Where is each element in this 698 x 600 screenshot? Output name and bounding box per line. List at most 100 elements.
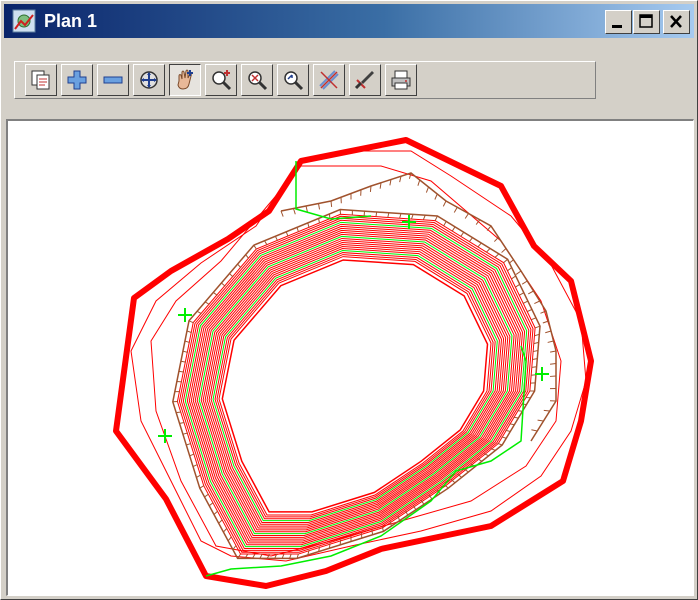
ramp-tick — [534, 300, 540, 305]
batter-tick — [422, 215, 426, 221]
minimize-icon — [612, 25, 622, 28]
batter-tick — [318, 218, 321, 224]
batter-tick — [274, 236, 279, 242]
batter-tick — [213, 292, 218, 296]
crosshair-marker — [158, 429, 172, 443]
batter-tick — [253, 244, 257, 250]
batter-tick — [176, 411, 182, 414]
ramp-tick — [521, 280, 528, 285]
printer-icon — [391, 70, 411, 90]
ramp-tick — [425, 186, 429, 193]
ramp-tick — [453, 206, 458, 213]
ramp-tick — [549, 363, 557, 365]
pick-icon — [354, 71, 374, 90]
zoom-in-button[interactable] — [61, 64, 93, 96]
zoom-out-button[interactable] — [97, 64, 129, 96]
batter-tick — [264, 240, 268, 246]
batter-tick — [199, 485, 205, 489]
batter-tick — [245, 254, 250, 259]
batter-tick — [208, 502, 214, 507]
ramp-tick — [293, 208, 296, 215]
batter-tick — [527, 309, 533, 312]
ramp-tick — [545, 330, 552, 334]
batter-tick — [531, 317, 537, 321]
batter-tick — [227, 536, 232, 542]
window-title: Plan 1 — [44, 11, 98, 31]
batter-tick — [178, 370, 184, 373]
batter-tick — [511, 275, 516, 280]
batter-tick — [399, 213, 402, 219]
batter-tick — [469, 237, 473, 242]
ramp-tick — [550, 350, 557, 353]
maximize-button[interactable] — [633, 10, 660, 34]
ramp-tick — [369, 185, 372, 193]
batter-tick — [387, 212, 390, 218]
batter-tick — [375, 211, 378, 218]
zoom-extent-button[interactable] — [241, 64, 273, 96]
plan-app-icon — [12, 9, 36, 33]
ramp-tick — [280, 210, 284, 217]
zoom-window-icon — [212, 70, 232, 91]
close-icon — [670, 15, 682, 28]
batter-tick — [223, 528, 228, 533]
batter-tick — [204, 301, 210, 305]
clean-icon — [319, 70, 339, 90]
ramp-tick — [527, 290, 534, 295]
ramp-tick — [537, 419, 544, 422]
batter-tick — [486, 248, 491, 253]
ramp-tick — [434, 193, 438, 200]
batter-tick — [503, 258, 508, 263]
batter-tick — [507, 267, 512, 272]
print-button[interactable] — [385, 64, 417, 96]
plan-views-icon — [31, 70, 50, 90]
batter-tick — [531, 366, 537, 368]
pan-button[interactable] — [133, 64, 165, 96]
close-button[interactable] — [663, 10, 690, 34]
batter-tick — [188, 320, 194, 324]
plan-views-button[interactable] — [25, 64, 57, 96]
ramp-tick — [442, 200, 447, 207]
batter-tick — [460, 231, 465, 237]
batter-tick — [517, 410, 523, 412]
batter-tick — [494, 253, 500, 258]
plan-canvas[interactable] — [6, 119, 694, 596]
maximize-icon — [639, 14, 653, 28]
ramp-tick — [547, 340, 554, 343]
ramp-tick — [543, 409, 550, 412]
minimize-button[interactable] — [605, 10, 632, 34]
ramp-tick — [501, 248, 507, 253]
minus-icon — [103, 76, 123, 84]
title-bar[interactable]: Plan 1 — [4, 4, 694, 38]
batter-tick — [328, 543, 331, 549]
plan-window: Plan 1 — [0, 0, 698, 600]
batter-tick — [410, 214, 414, 220]
hand-icon — [177, 69, 193, 90]
plan-drawing — [113, 137, 594, 589]
ramp-tick — [330, 200, 333, 208]
batter-tick — [443, 221, 447, 227]
zoom-back-button[interactable] — [277, 64, 309, 96]
batter-tick — [218, 519, 223, 524]
batter-tick — [477, 242, 482, 248]
pick-button[interactable] — [349, 64, 381, 96]
ramp-tick — [318, 203, 321, 210]
batter-tick — [204, 493, 209, 498]
toolbar-group — [14, 61, 596, 99]
clean-button[interactable] — [313, 64, 345, 96]
zoom-back-icon — [284, 71, 304, 91]
batter-tick — [192, 463, 198, 468]
batter-tick — [196, 474, 202, 478]
ramp-tick — [417, 179, 421, 186]
toolbar — [4, 41, 694, 117]
ramp-tick — [305, 205, 308, 212]
batter-tick — [451, 226, 456, 232]
ramp-tick — [515, 270, 522, 275]
ramp-tick — [486, 225, 492, 231]
ramp-tick — [464, 213, 469, 219]
hand-pan-button[interactable] — [169, 64, 201, 96]
batter-tick — [196, 310, 202, 315]
ramp-tick — [531, 429, 538, 432]
batter-tick — [523, 300, 529, 304]
zoom-window-button[interactable] — [205, 64, 237, 96]
batter-tick — [237, 263, 242, 269]
